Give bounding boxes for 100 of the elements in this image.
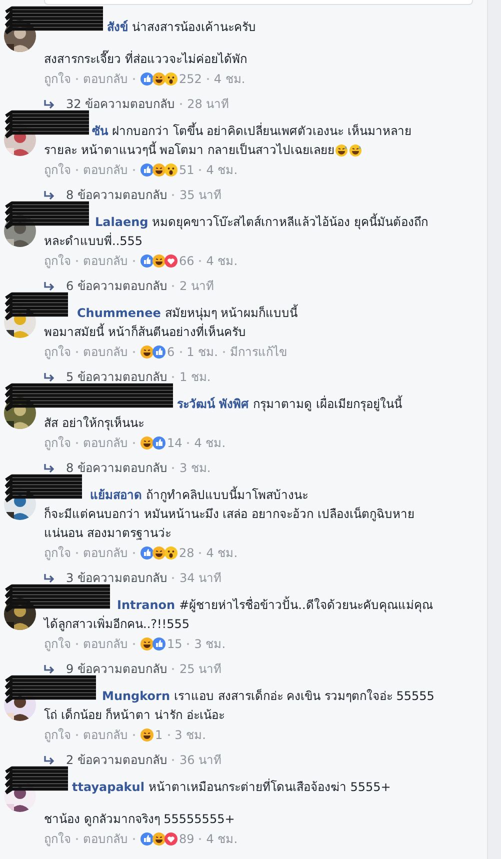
reply-arrow-icon bbox=[44, 664, 56, 674]
comment-time[interactable]: 3 ชม. bbox=[194, 634, 226, 654]
like-reaction-icon bbox=[152, 637, 166, 651]
like-reaction-icon bbox=[152, 345, 166, 359]
reaction-count[interactable]: 89 bbox=[179, 829, 194, 849]
comment-time[interactable]: 4 ชม. bbox=[194, 433, 226, 453]
replies-link[interactable]: 32 ข้อความตอบกลับ bbox=[66, 94, 176, 114]
commenter-name[interactable]: Chummenee bbox=[77, 304, 161, 323]
comment-text: ฝากบอกว่า โตขึ้น อย่าคิดเปลี่ยนเพศตัวเองนะ เห็นมาหลาย bbox=[112, 122, 412, 140]
commenter-name[interactable]: Mungkorn bbox=[102, 687, 170, 706]
comment-text: หน้าตาเหมือนกระต่ายที่โดนเสือจ้องฆ่า 5555+ bbox=[148, 778, 391, 796]
reaction-count[interactable]: 51 bbox=[179, 160, 194, 180]
replies-link[interactable]: 8 ข้อความตอบกลับ bbox=[66, 458, 168, 478]
reaction-count[interactable]: 28 bbox=[179, 543, 194, 563]
reply-arrow-icon bbox=[44, 755, 56, 765]
reply-time: 36 นาที bbox=[179, 752, 222, 769]
comment-text: สงสารกระเจี๊ยว ที่ส่อแววจะไม่ค่อยได้พัก bbox=[44, 50, 247, 68]
laughing-face-icon bbox=[152, 546, 166, 560]
like-link[interactable]: ถูกใจ bbox=[44, 69, 71, 89]
comment-time[interactable]: 3 ชม. bbox=[174, 725, 206, 745]
comment-text: น่าสงสารน้องเค้านะครับ bbox=[132, 19, 256, 36]
reply-arrow-icon bbox=[44, 281, 56, 291]
commenter-name[interactable]: ซัน bbox=[92, 122, 108, 141]
comment-time[interactable]: 1 ชม. bbox=[186, 342, 218, 362]
reply-time: 1 ชม. bbox=[179, 369, 211, 386]
commenter-name[interactable]: Lalaeng bbox=[95, 213, 148, 232]
comment-text: หมดยุคขาวโบ๊ะสไตส์เกาหลีแล้วไอ้น้อง ยุคนี้มันต้องถึก bbox=[152, 213, 428, 232]
like-reaction-icon bbox=[152, 436, 166, 450]
reply-link[interactable]: ตอบกลับ bbox=[83, 829, 128, 849]
like-link[interactable]: ถูกใจ bbox=[44, 543, 71, 563]
like-link[interactable]: ถูกใจ bbox=[44, 829, 71, 849]
reply-link[interactable]: ตอบกลับ bbox=[83, 634, 128, 654]
replies-link[interactable]: 9 ข้อความตอบกลับ bbox=[66, 659, 168, 679]
replies-link[interactable]: 2 ข้อความตอบกลับ bbox=[66, 750, 168, 770]
laughing-face-icon bbox=[140, 728, 154, 742]
laughing-face-icon bbox=[140, 345, 154, 359]
comment-text: เราแอบ สงสารเด็กอ่ะ คงเขิน รวมๆตกใจอ่ะ 55555 bbox=[174, 688, 434, 705]
reply-time: 28 นาที bbox=[187, 96, 230, 113]
laughing-face-icon bbox=[140, 436, 154, 450]
like-link[interactable]: ถูกใจ bbox=[44, 433, 71, 453]
like-reaction-icon bbox=[140, 254, 154, 268]
reply-time: 25 นาที bbox=[179, 661, 222, 678]
reply-arrow-icon bbox=[44, 99, 56, 109]
like-reaction-icon bbox=[140, 163, 154, 177]
like-link[interactable]: ถูกใจ bbox=[44, 725, 71, 745]
comment-text: สมัยหนุ่มๆ หน้าผมก็แบบนี้ bbox=[164, 304, 298, 322]
comment-text: พอมาสมัยนี้ หน้าก็ส้นตีนอย่างที่เห็นครับ bbox=[44, 323, 246, 341]
laughing-face-icon bbox=[152, 832, 166, 846]
like-reaction-icon bbox=[140, 546, 154, 560]
reply-link[interactable]: ตอบกลับ bbox=[83, 251, 128, 271]
like-link[interactable]: ถูกใจ bbox=[44, 634, 71, 654]
like-link[interactable]: ถูกใจ bbox=[44, 342, 71, 362]
like-link[interactable]: ถูกใจ bbox=[44, 251, 71, 271]
edited-label[interactable]: มีการแก้ไข bbox=[230, 342, 287, 362]
heart-reaction-icon bbox=[164, 254, 178, 268]
comment-text: กรุมาตามดู เผื่อเมียกรุอยู่ในนี้ bbox=[253, 395, 402, 414]
replies-link[interactable]: 3 ข้อความตอบกลับ bbox=[66, 568, 168, 588]
reaction-count[interactable]: 6 bbox=[167, 342, 175, 362]
reaction-count[interactable]: 1 bbox=[155, 725, 163, 745]
reply-link[interactable]: ตอบกลับ bbox=[83, 342, 128, 362]
comment-time[interactable]: 4 ชม. bbox=[214, 69, 246, 89]
heart-reaction-icon bbox=[164, 832, 178, 846]
replies-link[interactable]: 5 ข้อความตอบกลับ bbox=[66, 367, 168, 387]
commenter-name[interactable]: ระวัฒน์ พังพิศ bbox=[177, 395, 250, 414]
comment-text: รายละ หน้าตาแนวๆนี้ พอโตมา กลายเป็นสาวไปเฉยเลยย bbox=[44, 141, 334, 159]
commenter-name[interactable]: สังข์ bbox=[107, 18, 128, 37]
reply-time: 34 นาที bbox=[179, 570, 222, 587]
like-reaction-icon bbox=[140, 72, 154, 86]
commenter-name[interactable]: แย้มสอาด bbox=[90, 486, 142, 505]
comment-time[interactable]: 4 ชม. bbox=[206, 251, 238, 271]
comment-text: #ผู้ชายห่าไรชื่อข้าวปั้น..ดีใจด้วยนะคับคุณแม่คุณ bbox=[179, 596, 433, 614]
reaction-count[interactable]: 15 bbox=[167, 634, 182, 654]
commenter-name[interactable]: Intranon bbox=[117, 596, 176, 615]
reply-time: 35 นาที bbox=[179, 187, 222, 204]
reply-link[interactable]: ตอบกลับ bbox=[83, 433, 128, 453]
reply-arrow-icon bbox=[44, 372, 56, 382]
replies-link[interactable]: 8 ข้อความตอบกลับ bbox=[66, 185, 168, 205]
surprised-face-icon bbox=[164, 546, 178, 560]
comment-text: ก็จะมีแต่คนบอกว่า หมันหน้านะมึง เสล่อ อยากจะอ้วก เปลืองเน็ตกูฉิบหาย bbox=[44, 506, 414, 524]
like-reaction-icon bbox=[140, 832, 154, 846]
reply-time: 2 นาที bbox=[179, 278, 214, 295]
comment-time[interactable]: 4 ชม. bbox=[206, 160, 238, 180]
like-link[interactable]: ถูกใจ bbox=[44, 160, 71, 180]
reply-link[interactable]: ตอบกลับ bbox=[83, 69, 128, 89]
comment-text: ได้ลูกสาวเพิ่มอีกคน..?!!555 bbox=[44, 615, 190, 634]
reply-link[interactable]: ตอบกลับ bbox=[83, 725, 128, 745]
reaction-count[interactable]: 252 bbox=[179, 69, 202, 89]
comment-text: ถ้ากูทำคลิปแบบนี้มาโพสบ้างนะ bbox=[146, 486, 308, 504]
comment-text: สัส อย่าให้กรุเห็นนะ bbox=[44, 414, 144, 432]
reply-link[interactable]: ตอบกลับ bbox=[83, 160, 128, 180]
replies-link[interactable]: 6 ข้อความตอบกลับ bbox=[66, 276, 168, 296]
comment-time[interactable]: 4 ชม. bbox=[206, 543, 238, 563]
reaction-count[interactable]: 66 bbox=[179, 251, 194, 271]
comment-time[interactable]: 4 ชม. bbox=[206, 829, 238, 849]
grinning-face-icon bbox=[335, 144, 348, 157]
reply-link[interactable]: ตอบกลับ bbox=[83, 543, 128, 563]
laughing-face-icon bbox=[152, 72, 166, 86]
reply-time: 3 ชม. bbox=[179, 460, 211, 477]
reaction-count[interactable]: 14 bbox=[167, 433, 182, 453]
commenter-name[interactable]: ttayapakul bbox=[72, 778, 144, 797]
